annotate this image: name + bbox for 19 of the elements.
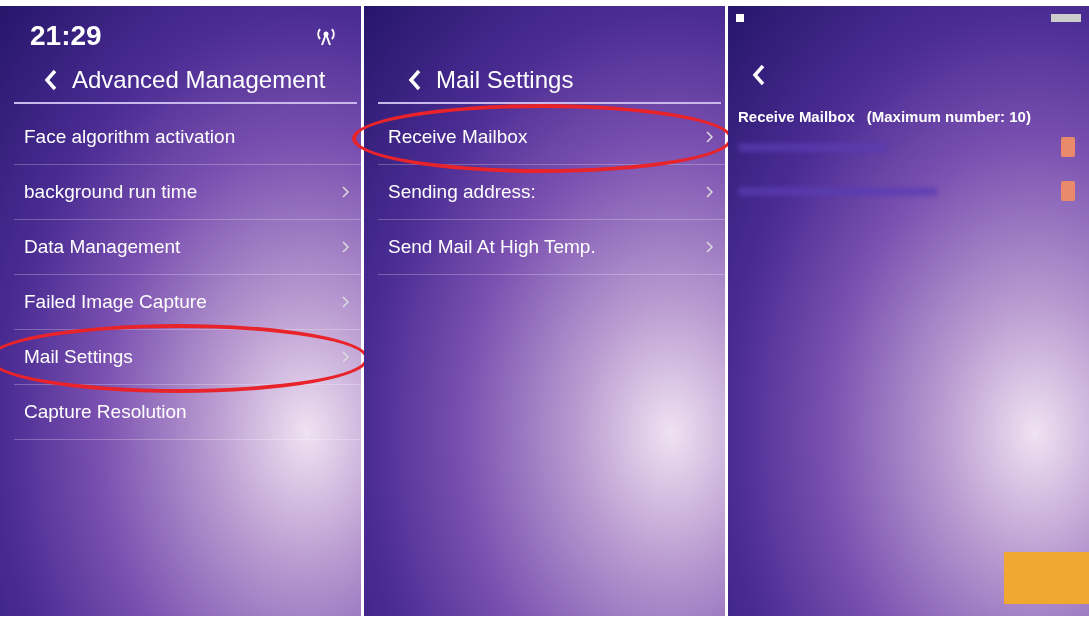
screen-title: Advanced Management — [72, 66, 326, 94]
menu-item[interactable]: Data Management — [14, 220, 361, 275]
menu-item[interactable]: Failed Image Capture — [14, 275, 361, 330]
signal-tower-icon — [315, 26, 337, 46]
screen-title: Mail Settings — [436, 66, 574, 94]
menu-item[interactable]: Face algorithm activation — [14, 110, 361, 165]
back-icon[interactable] — [408, 69, 422, 91]
mailbox-limit-note: (Maximum number: 10) — [866, 108, 1031, 125]
status-time: 21:29 — [30, 20, 102, 52]
menu-item[interactable]: Receive Mailbox — [378, 110, 725, 165]
menu-item[interactable]: Capture Resolution — [14, 385, 361, 440]
menu-item[interactable]: Mail Settings — [14, 330, 361, 385]
menu-item[interactable]: background run time — [14, 165, 361, 220]
back-icon[interactable] — [752, 64, 766, 86]
mailbox-heading: Receive Mailbox — [738, 108, 855, 125]
back-icon[interactable] — [44, 69, 58, 91]
battery-icon — [1051, 14, 1081, 22]
menu-item[interactable]: Send Mail At High Temp. — [378, 220, 725, 275]
menu-item[interactable]: Sending address: — [378, 165, 725, 220]
